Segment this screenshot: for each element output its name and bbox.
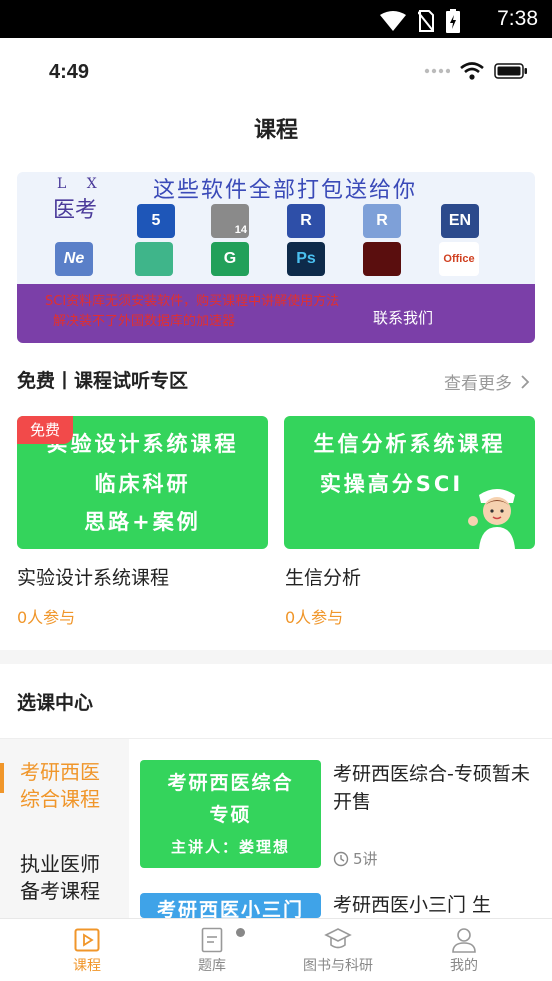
ios-clock: 4:49 xyxy=(49,61,90,83)
banner-headline: 这些软件全部打包送给你 xyxy=(153,178,418,203)
tab-profile[interactable]: 我的 xyxy=(395,925,533,975)
wifi-icon xyxy=(460,62,484,80)
software-acrobat-icon xyxy=(363,242,401,276)
course-image-2[interactable]: 考研西医小三门 xyxy=(140,893,321,918)
page-title: 课程 xyxy=(253,118,298,143)
graduation-cap-icon xyxy=(324,928,352,949)
software-5-icon: 5 xyxy=(137,204,175,238)
active-category-indicator xyxy=(0,763,4,793)
notification-dot xyxy=(236,928,245,937)
category-sidebar: 考研西医 综合课程 执业医师 备考课程 xyxy=(0,739,129,919)
cellular-dots-icon xyxy=(424,68,450,74)
brand-logo: L X 医考 xyxy=(53,176,105,223)
promo-banner[interactable]: L X 医考 这些软件全部打包送给你 5 14 R R EN Ne G Ps O… xyxy=(17,172,535,343)
software-endnote-icon: EN xyxy=(441,204,479,238)
contact-us-link[interactable]: 联系我们 xyxy=(373,307,433,328)
android-clock: 7:38 xyxy=(497,7,538,30)
software-rstudio-icon: R xyxy=(363,204,401,238)
view-more-label: 查看更多 xyxy=(444,374,512,394)
banner-notice-strip: SCI资料库无须安装软件，购买课程中讲解使用方法 解决装不了外国数据库的加速器 … xyxy=(17,284,535,343)
battery-charging-icon xyxy=(446,9,460,33)
category-kaoyan-western-medicine[interactable]: 考研西医 综合课程 xyxy=(20,759,100,813)
course-image-1[interactable]: 考研西医综合 专硕 主讲人：娄理想 xyxy=(140,760,321,868)
tab-books-research[interactable]: 图书与科研 xyxy=(269,925,407,975)
course-title-1[interactable]: 考研西医综合-专硕暂未开售 xyxy=(333,760,538,816)
free-course-title-2[interactable]: 生信分析 xyxy=(285,563,361,590)
nurse-mascot-icon xyxy=(468,489,515,549)
section-divider xyxy=(0,650,552,664)
no-sim-icon xyxy=(418,10,434,32)
software-ne-icon: Ne xyxy=(55,242,93,276)
ios-status-bar: 4:49 xyxy=(0,38,552,98)
wifi-signal-icon xyxy=(380,11,406,31)
document-icon xyxy=(201,927,223,953)
view-more-link[interactable]: 查看更多 xyxy=(444,369,530,394)
ios-status-icons xyxy=(424,62,528,80)
play-square-icon xyxy=(74,928,100,952)
course-lessons-1: 5讲 xyxy=(333,848,378,869)
software-photoshop-icon: Ps xyxy=(287,242,325,276)
clock-icon xyxy=(333,851,349,866)
banner-notice-line2: 解决装不了外国数据库的加速器 xyxy=(53,314,236,329)
course-center-title: 选课中心 xyxy=(17,692,94,714)
free-course-card-2[interactable]: 生信分析系统课程 实操高分SCI xyxy=(284,416,535,549)
free-course-count-2: 0人参与 xyxy=(285,608,344,627)
free-section-title: 免费丨课程试听专区 xyxy=(17,370,189,392)
free-course-count-1: 0人参与 xyxy=(17,608,76,627)
software-r-icon: R xyxy=(287,204,325,238)
software-office-icon: Office xyxy=(439,242,479,276)
free-badge: 免费 xyxy=(17,416,73,444)
tab-courses[interactable]: 课程 xyxy=(18,925,156,975)
software-chat-icon xyxy=(135,242,173,276)
person-icon xyxy=(452,928,476,953)
free-course-title-1[interactable]: 实验设计系统课程 xyxy=(17,563,169,590)
chevron-right-icon xyxy=(521,374,530,389)
android-status-icons xyxy=(380,9,460,33)
software-g-icon: G xyxy=(211,242,249,276)
banner-notice-line1: SCI资料库无须安装软件，购买课程中讲解使用方法 xyxy=(45,294,340,309)
category-licensed-physician[interactable]: 执业医师 备考课程 xyxy=(20,851,100,905)
tab-question-bank[interactable]: 题库 xyxy=(143,925,281,975)
bottom-tab-bar: 课程 题库 图书与科研 我的 xyxy=(0,918,552,981)
battery-icon xyxy=(494,63,527,79)
course-title-2[interactable]: 考研西医小三门 生 xyxy=(333,891,538,918)
android-status-bar: 7:38 xyxy=(0,0,552,38)
software-grid-icon: 14 xyxy=(211,204,249,238)
